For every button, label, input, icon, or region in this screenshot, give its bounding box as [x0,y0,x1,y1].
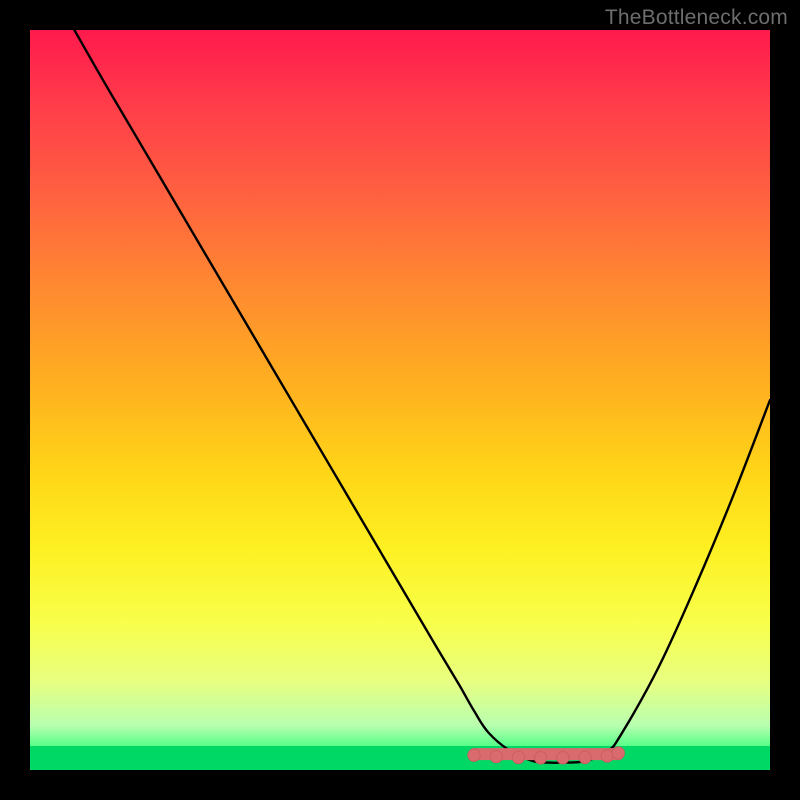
marker-dot [534,752,546,764]
marker-dot [601,750,613,762]
marker-dot [579,751,591,763]
marker-dot [468,749,480,761]
marker-dot [557,752,569,764]
bottleneck-curve [74,30,770,763]
chart-frame: TheBottleneck.com [0,0,800,800]
watermark-text: TheBottleneck.com [605,6,788,30]
marker-dot [490,750,502,762]
marker-dot [512,751,524,763]
plot-area [30,30,770,770]
marker-dot [612,747,624,759]
curve-layer [30,30,770,770]
